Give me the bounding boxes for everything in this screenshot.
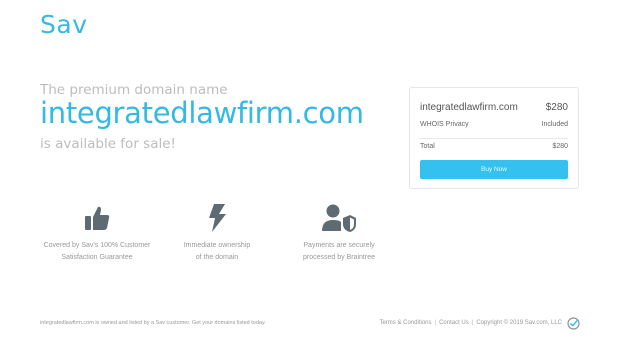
- whois-value: Included: [541, 121, 568, 128]
- feature-guarantee-line2: Satisfaction Guarantee: [61, 254, 133, 261]
- feature-ownership-line2: of the domain: [195, 254, 239, 261]
- footer-ownership-note: integratedlawfirm.com is owned and liste…: [40, 320, 266, 326]
- secure-badge-icon[interactable]: [567, 317, 580, 330]
- terms-link[interactable]: Terms & Conditions: [379, 320, 431, 326]
- purchase-card: integratedlawfirm.com $280 WHOIS Privacy…: [409, 87, 579, 189]
- feature-ownership-line1: Immediate ownership: [183, 242, 251, 249]
- hero-availability-text: is available for sale!: [40, 136, 176, 152]
- footer-divider: |: [471, 320, 474, 326]
- total-label: Total: [420, 143, 435, 150]
- feature-guarantee: Covered by Sav's 100% Customer Satisfact…: [27, 203, 167, 264]
- feature-payments-line2: processed by Braintree: [303, 254, 375, 261]
- copyright-text: Copyright © 2019 Sav.com, LLC: [476, 320, 562, 326]
- card-domain-name: integratedlawfirm.com: [420, 102, 518, 113]
- card-domain-price: $280: [545, 102, 568, 113]
- sav-logo[interactable]: Sav: [40, 10, 87, 39]
- whois-label: WHOIS Privacy: [420, 121, 469, 128]
- feature-ownership: Immediate ownership of the domain: [147, 203, 287, 264]
- contact-link[interactable]: Contact Us: [439, 320, 469, 326]
- lightning-bolt-icon: [147, 203, 287, 233]
- card-domain-row: integratedlawfirm.com $280: [420, 102, 568, 113]
- feature-payments-line1: Payments are securely: [303, 242, 375, 249]
- total-value: $280: [552, 143, 568, 150]
- buy-now-button[interactable]: Buy Now: [420, 160, 568, 179]
- card-whois-row: WHOIS Privacy Included: [420, 121, 568, 128]
- user-shield-icon: [269, 203, 409, 233]
- hero-domain-name: integratedlawfirm.com: [40, 96, 364, 130]
- footer-divider: |: [434, 320, 437, 326]
- footer-links: Terms & Conditions | Contact Us | Copyri…: [379, 320, 562, 326]
- card-total-row: Total $280: [420, 143, 568, 150]
- card-divider: [420, 138, 568, 139]
- feature-payments: Payments are securely processed by Brain…: [269, 203, 409, 264]
- thumbs-up-icon: [27, 203, 167, 233]
- feature-guarantee-line1: Covered by Sav's 100% Customer: [43, 242, 151, 249]
